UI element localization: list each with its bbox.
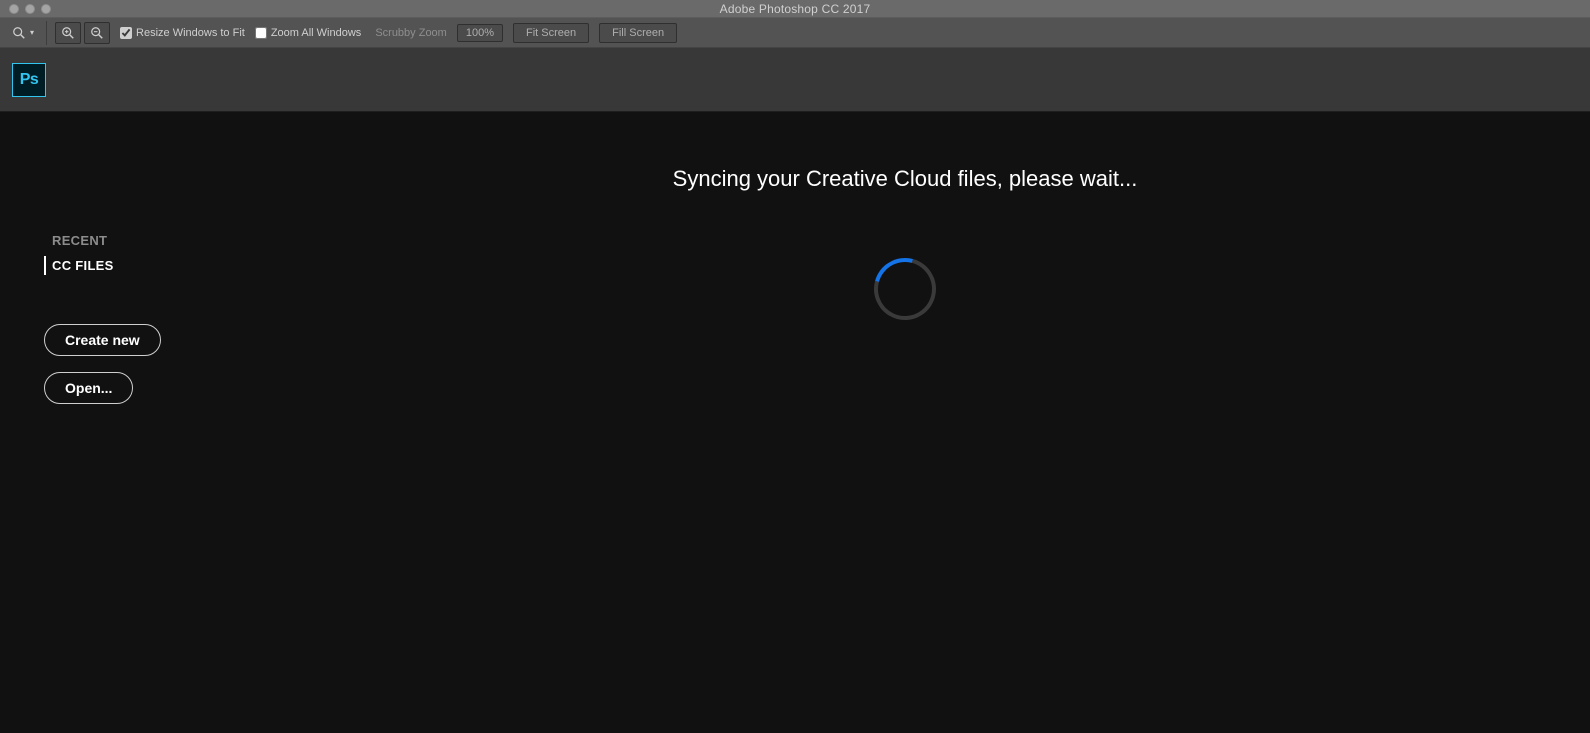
fill-screen-button[interactable]: Fill Screen xyxy=(599,23,677,43)
zoom-in-button[interactable] xyxy=(55,22,81,44)
sidebar-item-label: RECENT xyxy=(52,233,107,248)
start-screen: RECENT CC FILES Create new Open... Synci… xyxy=(0,112,1590,733)
zoom-out-icon xyxy=(90,26,104,40)
window-titlebar: Adobe Photoshop CC 2017 xyxy=(0,0,1590,17)
sidebar-item-ccfiles[interactable]: CC FILES xyxy=(0,253,260,278)
app-header: Ps xyxy=(0,48,1590,112)
resize-windows-input[interactable] xyxy=(120,27,132,39)
window-traffic-lights xyxy=(0,4,51,14)
photoshop-logo[interactable]: Ps xyxy=(12,63,46,97)
zoom-percent-field[interactable]: 100% xyxy=(457,24,503,42)
zoom-all-input[interactable] xyxy=(255,27,267,39)
zoom-all-label: Zoom All Windows xyxy=(271,27,361,39)
photoshop-logo-text: Ps xyxy=(20,71,39,89)
search-icon xyxy=(12,26,26,40)
zoom-all-checkbox[interactable]: Zoom All Windows xyxy=(255,27,361,39)
sync-message: Syncing your Creative Cloud files, pleas… xyxy=(260,166,1550,192)
toolbar-divider xyxy=(46,21,47,45)
spinner-container xyxy=(260,258,1550,320)
zoom-out-button[interactable] xyxy=(84,22,110,44)
zoom-tool-indicator[interactable]: ▾ xyxy=(8,18,38,47)
options-toolbar: ▾ Resize Windows to Fit Zoom All Windows… xyxy=(0,17,1590,48)
chevron-down-icon: ▾ xyxy=(30,28,34,37)
scrubby-zoom-label: Scrubby Zoom xyxy=(375,27,447,39)
minimize-window-button[interactable] xyxy=(25,4,35,14)
sidebar-item-recent[interactable]: RECENT xyxy=(0,228,260,253)
zoom-in-icon xyxy=(61,26,75,40)
resize-windows-checkbox[interactable]: Resize Windows to Fit xyxy=(120,27,245,39)
create-new-button[interactable]: Create new xyxy=(44,324,161,356)
maximize-window-button[interactable] xyxy=(41,4,51,14)
start-actions: Create new Open... xyxy=(0,324,260,404)
resize-windows-label: Resize Windows to Fit xyxy=(136,27,245,39)
close-window-button[interactable] xyxy=(9,4,19,14)
sidebar-item-label: CC FILES xyxy=(52,258,114,273)
window-title: Adobe Photoshop CC 2017 xyxy=(0,2,1590,16)
open-button[interactable]: Open... xyxy=(44,372,133,404)
start-sidebar: RECENT CC FILES Create new Open... xyxy=(0,112,260,404)
fit-screen-button[interactable]: Fit Screen xyxy=(513,23,589,43)
loading-spinner-icon xyxy=(863,247,948,332)
